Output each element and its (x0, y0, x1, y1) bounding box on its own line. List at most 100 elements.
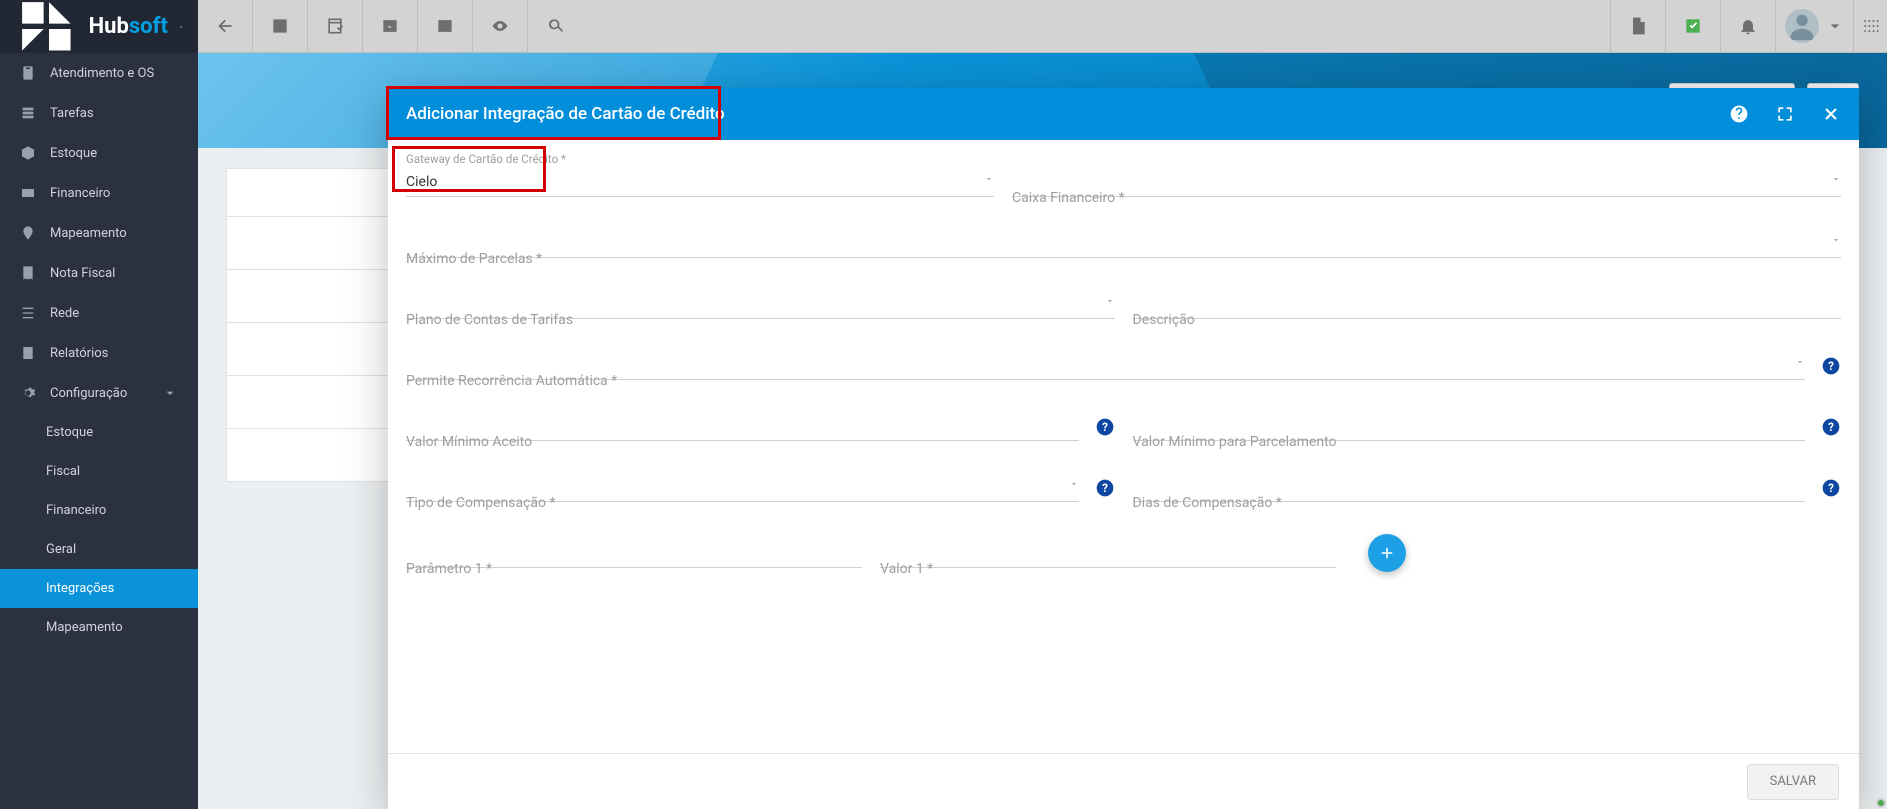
sidebar-item-atendimento[interactable]: Atendimento e OS (0, 53, 198, 93)
field-label: Valor Mínimo para Parcelamento (1133, 434, 1337, 450)
svg-text:?: ? (1828, 420, 1834, 434)
sidebar-item-relatorios[interactable]: Relatórios (0, 333, 198, 373)
fullscreen-icon[interactable] (1775, 104, 1795, 124)
help-icon[interactable]: ? (1095, 478, 1115, 498)
sidebar: Hubsoft Atendimento e OS Tarefas Estoque… (0, 0, 198, 809)
field-label: Dias de Compensação * (1133, 495, 1282, 511)
visibility-button[interactable] (473, 0, 528, 53)
help-icon[interactable] (1729, 104, 1749, 124)
max-parcelas-select[interactable]: Máximo de Parcelas * (406, 229, 1841, 258)
sidebar-sub-geral[interactable]: Geral (0, 530, 198, 569)
payment-button[interactable] (363, 0, 418, 53)
sidebar-sub-label: Financeiro (46, 503, 106, 518)
search-button[interactable] (528, 0, 583, 53)
caret-down-icon (1825, 16, 1845, 36)
sidebar-sub-estoque[interactable]: Estoque (0, 413, 198, 452)
sidebar-sub-integracoes[interactable]: Integrações (0, 569, 198, 608)
sidebar-item-label: Configuração (50, 386, 127, 401)
valor-minimo-input[interactable]: Valor Mínimo Aceito (406, 412, 1079, 441)
sidebar-item-label: Financeiro (50, 186, 110, 201)
dialog-title: Adicionar Integração de Cartão de Crédit… (406, 104, 725, 124)
caret-down-icon (1831, 233, 1841, 249)
field-label: Valor Mínimo Aceito (406, 434, 532, 450)
field-label: Valor 1 * (880, 561, 933, 577)
sidebar-sub-mapeamento[interactable]: Mapeamento (0, 608, 198, 647)
descricao-input[interactable]: Descrição (1133, 290, 1842, 319)
contacts-button[interactable] (253, 0, 308, 53)
caixa-financeiro-select[interactable]: Caixa Financeiro * (1012, 168, 1841, 197)
avatar (1785, 9, 1819, 43)
help-icon[interactable]: ? (1821, 478, 1841, 498)
field-label: Descrição (1133, 312, 1195, 328)
calendar-icon (325, 16, 345, 36)
terminal-button[interactable] (418, 0, 473, 53)
task-icon (20, 105, 36, 121)
brand-soft: soft (129, 14, 168, 39)
plano-contas-select[interactable]: Plano de Contas de Tarifas (406, 290, 1115, 319)
svg-text:?: ? (1102, 420, 1108, 434)
field-label: Plano de Contas de Tarifas (406, 312, 573, 328)
calendar-button[interactable] (308, 0, 363, 53)
sidebar-item-financeiro[interactable]: Financeiro (0, 173, 198, 213)
terminal-icon (435, 16, 455, 36)
collapse-icon[interactable] (178, 19, 184, 35)
field-label: Máximo de Parcelas * (406, 251, 542, 267)
eye-icon (490, 16, 510, 36)
gear-icon (20, 385, 36, 401)
chevron-down-icon (162, 385, 178, 401)
pin-icon (20, 225, 36, 241)
sidebar-item-label: Relatórios (50, 346, 108, 361)
sidebar-sub-label: Fiscal (46, 464, 80, 479)
topbar (198, 0, 1887, 53)
field-label: Permite Recorrência Automática * (406, 373, 617, 389)
sidebar-item-tarefas[interactable]: Tarefas (0, 93, 198, 133)
box-icon (20, 145, 36, 161)
close-icon[interactable] (1821, 104, 1841, 124)
profile-menu[interactable] (1775, 0, 1853, 53)
valor-minimo-parcelamento-input[interactable]: Valor Mínimo para Parcelamento (1133, 412, 1806, 441)
report-icon (20, 345, 36, 361)
valor-1-input[interactable]: Valor 1 * (880, 539, 1336, 568)
sidebar-item-label: Mapeamento (50, 226, 127, 241)
grid-menu[interactable] (1853, 0, 1887, 53)
checkbox-icon (1683, 16, 1703, 36)
sidebar-item-mapeamento[interactable]: Mapeamento (0, 213, 198, 253)
tipo-compensacao-select[interactable]: Tipo de Compensação * (406, 473, 1079, 502)
sidebar-item-nota-fiscal[interactable]: Nota Fiscal (0, 253, 198, 293)
network-icon (20, 305, 36, 321)
add-parameter-button[interactable] (1368, 534, 1406, 572)
caret-down-icon (984, 172, 994, 188)
help-icon[interactable]: ? (1095, 417, 1115, 437)
sidebar-item-configuracao[interactable]: Configuração (0, 373, 198, 413)
sidebar-sub-fiscal[interactable]: Fiscal (0, 452, 198, 491)
clipboard-icon (20, 65, 36, 81)
person-icon (270, 16, 290, 36)
tasks-button[interactable] (1665, 0, 1720, 53)
parametro-1-input[interactable]: Parâmetro 1 * (406, 539, 862, 568)
grid-dots-icon (1861, 16, 1881, 36)
field-value: Cielo (406, 174, 437, 190)
sidebar-item-label: Atendimento e OS (50, 66, 154, 81)
recorrencia-select[interactable]: Permite Recorrência Automática * (406, 351, 1805, 380)
sidebar-item-label: Nota Fiscal (50, 266, 115, 281)
dias-compensacao-input[interactable]: Dias de Compensação * (1133, 473, 1806, 502)
search-icon (546, 16, 566, 36)
logo: Hubsoft (0, 0, 198, 53)
sidebar-item-label: Tarefas (50, 106, 94, 121)
help-icon[interactable]: ? (1821, 417, 1841, 437)
save-button[interactable]: SALVAR (1747, 764, 1839, 800)
svg-text:?: ? (1102, 481, 1108, 495)
dialog-footer: SALVAR (388, 753, 1859, 809)
help-icon[interactable]: ? (1821, 356, 1841, 376)
field-label: Parâmetro 1 * (406, 561, 492, 577)
plus-icon (1378, 544, 1396, 562)
sidebar-item-rede[interactable]: Rede (0, 293, 198, 333)
notifications-button[interactable] (1720, 0, 1775, 53)
sidebar-item-estoque[interactable]: Estoque (0, 133, 198, 173)
sidebar-sub-financeiro[interactable]: Financeiro (0, 491, 198, 530)
gateway-select[interactable]: Gateway de Cartão de Crédito * Cielo (406, 152, 994, 197)
caret-down-icon (1795, 355, 1805, 371)
dialog-header: Adicionar Integração de Cartão de Crédit… (388, 88, 1859, 140)
pdf-button[interactable] (1610, 0, 1665, 53)
back-button[interactable] (198, 0, 253, 53)
